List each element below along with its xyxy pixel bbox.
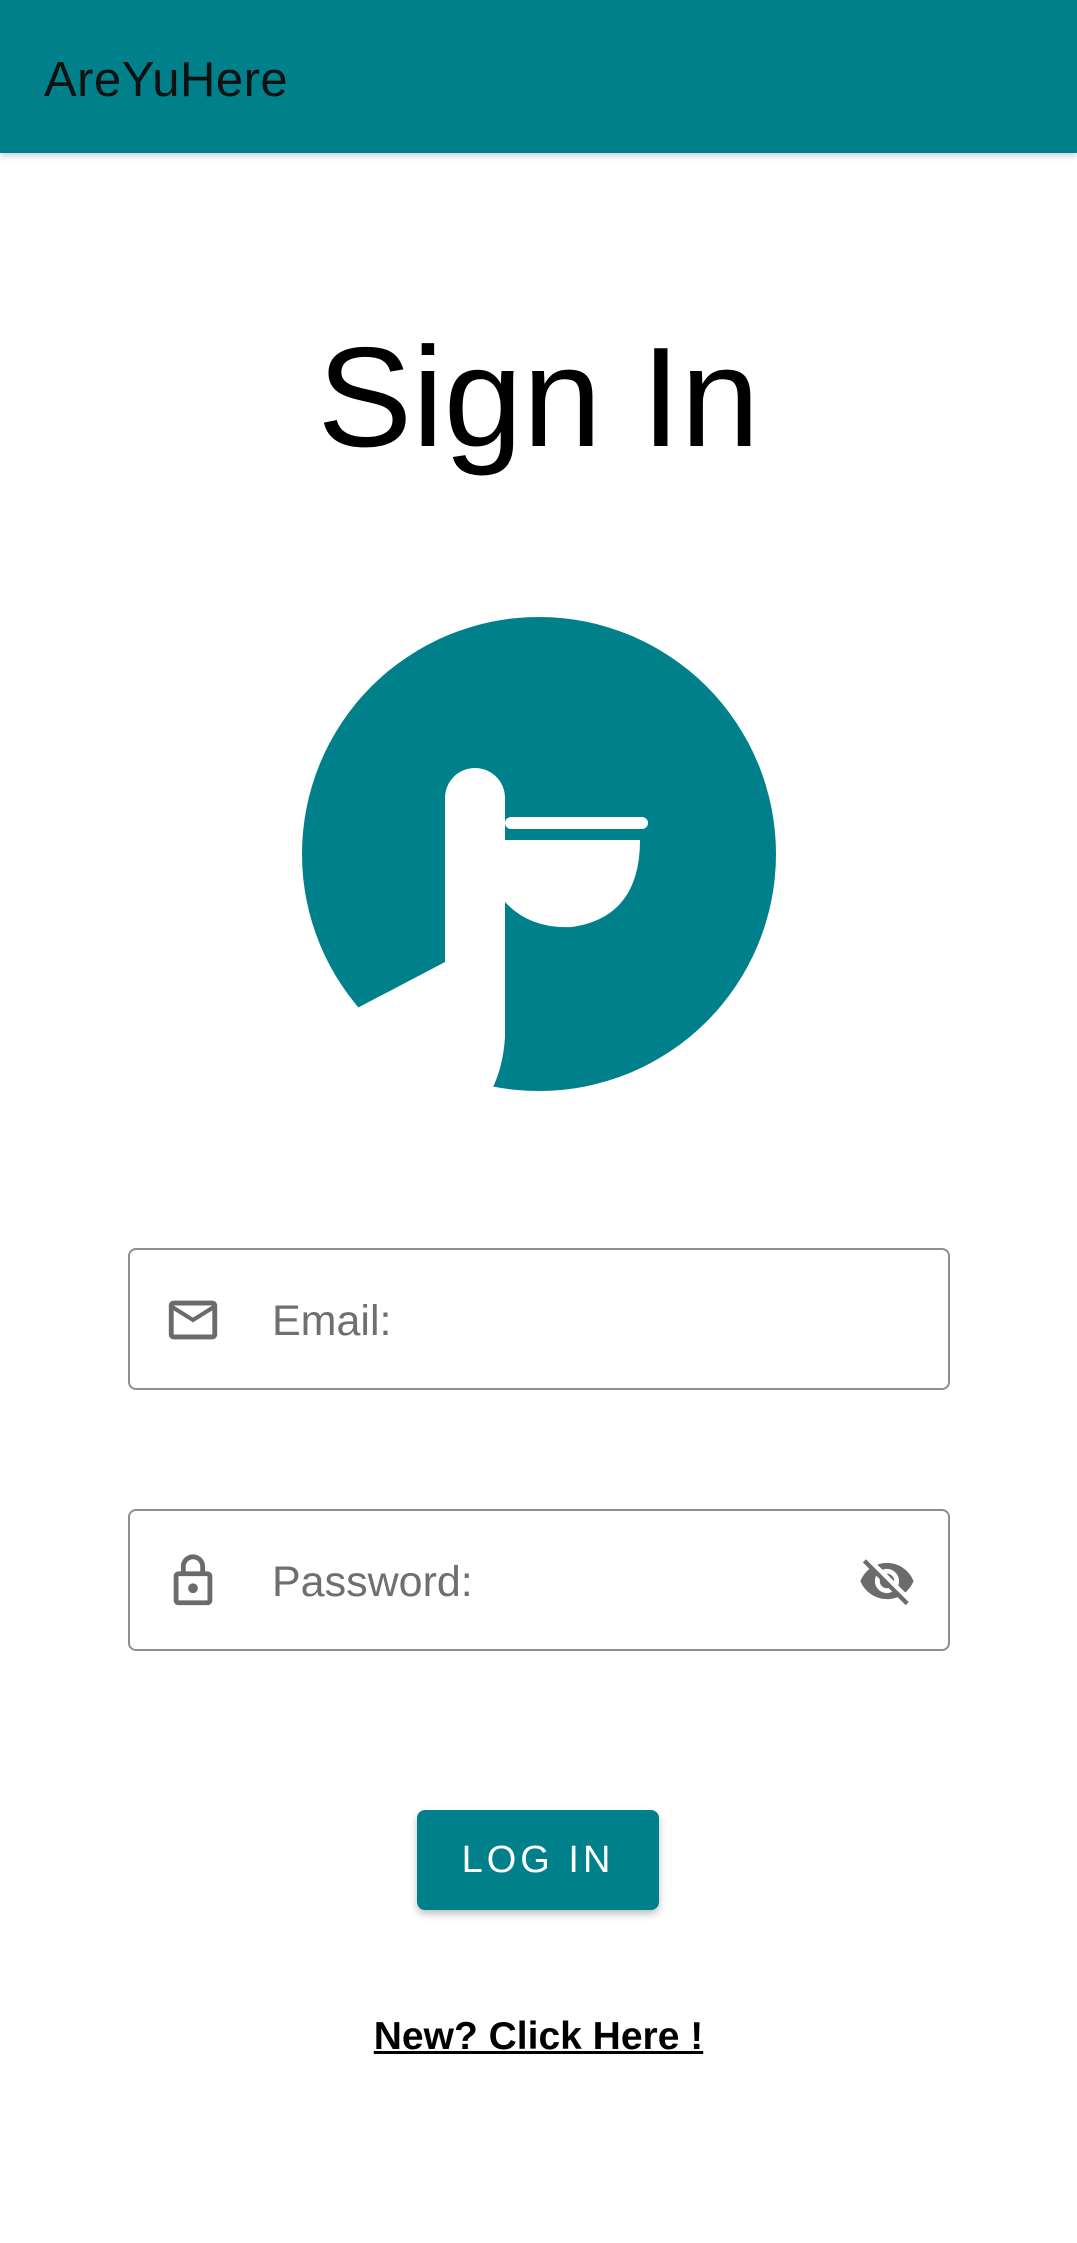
password-field[interactable]: Password:: [128, 1509, 950, 1651]
login-button[interactable]: LOG IN: [417, 1810, 659, 1910]
email-placeholder: Email:: [272, 1297, 392, 1345]
password-placeholder: Password:: [272, 1558, 473, 1606]
page-title: Sign In: [317, 318, 760, 477]
pelican-logo: [302, 617, 776, 1091]
app-title: AreYuHere: [44, 53, 289, 107]
visibility-off-icon[interactable]: [856, 1552, 918, 1610]
lock-icon: [173, 1554, 213, 1606]
signup-link[interactable]: New? Click Here !: [0, 2014, 1077, 2060]
app-bar: AreYuHere: [0, 0, 1077, 153]
email-field[interactable]: Email:: [128, 1248, 950, 1390]
mail-icon: [168, 1300, 218, 1340]
